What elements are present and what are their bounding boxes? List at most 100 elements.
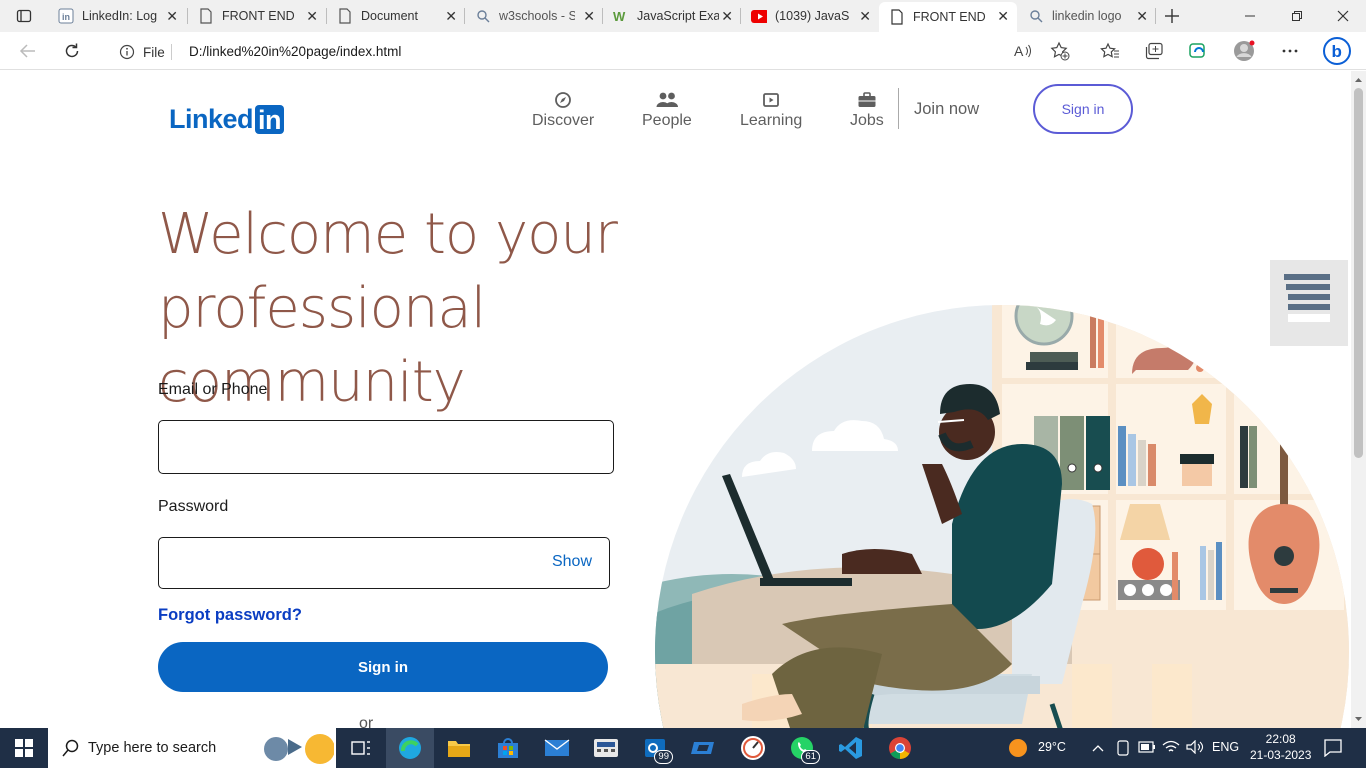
address-bar[interactable]: File D:/linked%20in%20page/index.html xyxy=(100,36,1090,66)
browser-tab-3[interactable]: Document ✕ xyxy=(327,0,465,32)
remote-app-icon[interactable] xyxy=(680,728,728,768)
logo-in-box: in xyxy=(255,105,285,135)
vscode-icon[interactable] xyxy=(827,728,875,768)
youtube-icon xyxy=(751,8,767,24)
notifications-icon[interactable] xyxy=(1324,739,1342,760)
close-icon[interactable]: ✕ xyxy=(445,9,457,23)
briefcase-icon xyxy=(858,92,876,107)
w3-icon: W xyxy=(613,8,629,24)
bing-chat-icon[interactable]: b xyxy=(1322,36,1352,66)
sign-in-top-button[interactable]: Sign in xyxy=(1033,84,1133,134)
weather-temp[interactable]: 29°C xyxy=(1038,740,1066,754)
task-view-icon[interactable] xyxy=(337,728,385,768)
sign-in-button[interactable]: Sign in xyxy=(158,642,608,692)
file-explorer-icon[interactable] xyxy=(435,728,483,768)
info-icon xyxy=(119,44,135,60)
read-aloud-icon[interactable]: A xyxy=(1011,39,1035,63)
back-icon[interactable] xyxy=(14,39,42,63)
new-tab-icon[interactable] xyxy=(1158,4,1186,28)
collections-icon[interactable] xyxy=(1142,39,1166,63)
edge-app-icon[interactable] xyxy=(386,728,434,768)
minimize-icon[interactable] xyxy=(1236,4,1264,28)
tab-title: Document xyxy=(361,9,418,23)
wifi-icon[interactable] xyxy=(1162,740,1180,757)
nav-discover[interactable]: Discover xyxy=(532,91,594,130)
add-favorite-icon[interactable] xyxy=(1048,39,1072,63)
forgot-password-link[interactable]: Forgot password? xyxy=(158,606,302,625)
favorites-icon[interactable] xyxy=(1098,39,1122,63)
speedtest-icon[interactable] xyxy=(729,728,777,768)
browser-tab-7[interactable]: FRONT END ✕ xyxy=(879,2,1017,32)
close-icon[interactable]: ✕ xyxy=(583,9,595,23)
join-now-link[interactable]: Join now xyxy=(914,100,979,119)
mail-icon[interactable] xyxy=(533,728,581,768)
browser-tab-8[interactable]: linkedin logo ✕ xyxy=(1018,0,1156,32)
store-icon[interactable] xyxy=(484,728,532,768)
nav-label: People xyxy=(642,112,692,129)
password-label: Password xyxy=(158,498,229,515)
nav-people[interactable]: People xyxy=(642,91,692,130)
nav-jobs[interactable]: Jobs xyxy=(850,91,884,130)
close-icon[interactable]: ✕ xyxy=(721,9,733,23)
browser-tab-2[interactable]: FRONT END ✕ xyxy=(188,0,326,32)
tab-actions-icon[interactable] xyxy=(10,4,38,28)
compass-icon xyxy=(555,92,572,108)
windows-icon xyxy=(15,739,33,757)
close-icon[interactable]: ✕ xyxy=(1136,9,1148,23)
refresh-icon[interactable] xyxy=(58,39,86,63)
outlook-icon[interactable]: 99 xyxy=(631,728,679,768)
edge-drop-icon[interactable] xyxy=(1186,39,1210,63)
email-field[interactable] xyxy=(158,420,614,474)
close-window-icon[interactable] xyxy=(1329,4,1357,28)
start-button[interactable] xyxy=(0,728,48,768)
more-options-icon[interactable] xyxy=(1278,39,1302,63)
volume-icon[interactable] xyxy=(1186,739,1204,757)
weather-icon[interactable] xyxy=(1008,738,1028,761)
floating-image-thumbnail[interactable] xyxy=(1270,260,1348,346)
nav-label: Jobs xyxy=(850,112,884,129)
show-password-button[interactable]: Show xyxy=(552,553,592,571)
calculator-app-icon[interactable] xyxy=(582,728,630,768)
whatsapp-badge: 61 xyxy=(801,750,820,764)
browser-tab-4[interactable]: w3schools - S ✕ xyxy=(465,0,603,32)
page-scrollbar[interactable] xyxy=(1351,71,1366,728)
tab-title: FRONT END xyxy=(222,9,295,23)
tab-title: (1039) JavaSc xyxy=(775,9,849,23)
browser-tab-1[interactable]: in LinkedIn: Log ✕ xyxy=(48,0,186,32)
browser-tab-6[interactable]: (1039) JavaSc ✕ xyxy=(741,0,879,32)
url-text[interactable]: D:/linked%20in%20page/index.html xyxy=(189,44,401,59)
site-info[interactable]: File xyxy=(119,44,165,60)
search-icon xyxy=(1028,8,1044,24)
chevron-up-icon[interactable] xyxy=(1092,741,1104,755)
document-icon xyxy=(198,8,214,24)
clock[interactable]: 22:08 21-03-2023 xyxy=(1250,731,1311,763)
profile-avatar[interactable] xyxy=(1232,39,1256,63)
password-field[interactable]: Show xyxy=(158,537,610,589)
clock-date: 21-03-2023 xyxy=(1250,748,1312,762)
linkedin-logo[interactable]: Linked in xyxy=(169,104,285,135)
browser-tab-5[interactable]: W JavaScript Exa ✕ xyxy=(603,0,741,32)
close-icon[interactable]: ✕ xyxy=(306,9,318,23)
browser-tab-bar: in LinkedIn: Log ✕ FRONT END ✕ Document … xyxy=(0,0,1366,32)
language-indicator[interactable]: ENG xyxy=(1212,740,1239,754)
close-icon[interactable]: ✕ xyxy=(859,9,871,23)
tab-title: linkedin logo xyxy=(1052,9,1122,23)
taskbar-search[interactable]: Type here to search xyxy=(48,728,336,768)
nav-divider xyxy=(898,88,899,129)
logo-text: Linked xyxy=(169,104,254,134)
search-placeholder: Type here to search xyxy=(88,740,217,756)
close-icon[interactable]: ✕ xyxy=(166,9,178,23)
close-icon[interactable]: ✕ xyxy=(997,9,1009,23)
meet-now-icon[interactable] xyxy=(1116,740,1130,759)
chrome-icon[interactable] xyxy=(876,728,924,768)
learning-icon xyxy=(763,93,780,107)
search-icon xyxy=(62,739,79,757)
nav-learning[interactable]: Learning xyxy=(740,91,802,130)
whatsapp-icon[interactable]: 61 xyxy=(778,728,826,768)
restore-icon[interactable] xyxy=(1283,4,1311,28)
battery-icon[interactable] xyxy=(1138,741,1156,756)
linkedin-icon: in xyxy=(58,8,74,24)
tab-title: FRONT END xyxy=(913,10,986,24)
scrollbar-thumb[interactable] xyxy=(1354,88,1363,458)
protocol-label: File xyxy=(143,44,165,60)
